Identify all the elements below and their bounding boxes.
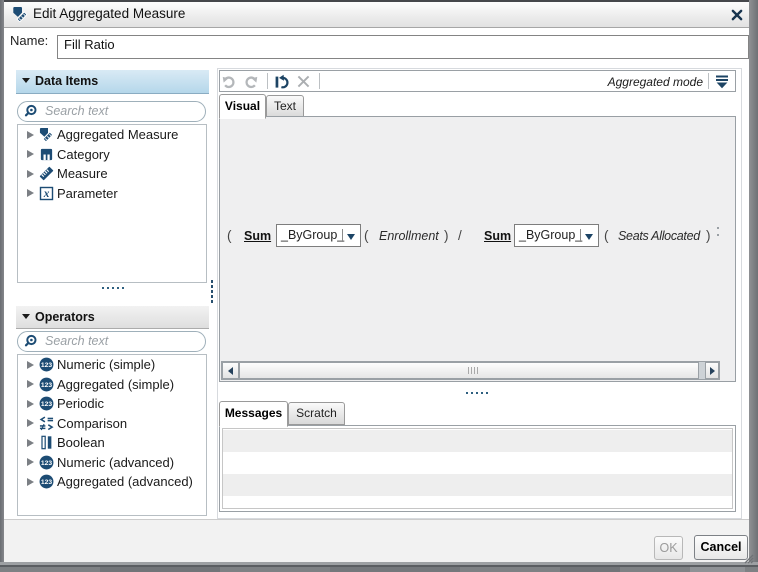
svg-text:123: 123	[41, 401, 53, 408]
svg-text:123: 123	[41, 362, 53, 369]
svg-text:123: 123	[41, 382, 53, 389]
svg-text:x: x	[43, 188, 50, 200]
svg-text:123: 123	[41, 460, 53, 467]
svg-text:123: 123	[41, 479, 53, 486]
